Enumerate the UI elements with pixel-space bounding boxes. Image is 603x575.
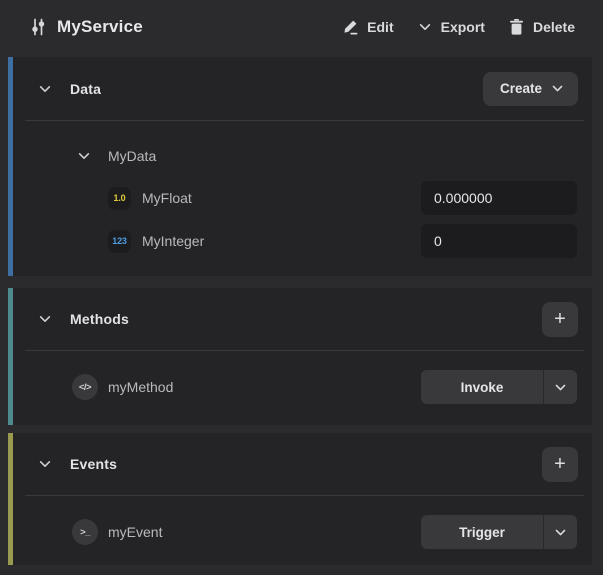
data-collapse-chevron-icon[interactable] xyxy=(38,82,52,96)
invoke-options-chevron-icon[interactable] xyxy=(543,370,577,404)
myfloat-value-input[interactable] xyxy=(421,181,577,215)
header-actions: Edit Export Delete xyxy=(342,18,575,35)
events-collapse-chevron-icon[interactable] xyxy=(38,457,52,471)
mydata-group-row[interactable]: MyData xyxy=(77,139,577,173)
trigger-button[interactable]: Trigger xyxy=(421,515,543,549)
field-row-myfloat: 1.0 MyFloat xyxy=(108,181,577,215)
field-label-myinteger: MyInteger xyxy=(142,233,205,249)
data-section-title: Data xyxy=(70,80,102,97)
mydata-collapse-chevron-icon[interactable] xyxy=(77,149,91,163)
float-type-icon: 1.0 xyxy=(108,186,131,210)
event-row-myevent: >_ myEvent Trigger xyxy=(72,515,577,549)
trigger-split-button: Trigger xyxy=(421,515,577,549)
invoke-split-button: Invoke xyxy=(421,370,577,404)
data-section-body: MyData 1.0 MyFloat 123 MyInteger xyxy=(13,121,592,258)
events-section-body: >_ myEvent Trigger xyxy=(13,496,592,549)
event-label: myEvent xyxy=(108,524,163,540)
methods-section-title: Methods xyxy=(70,311,129,327)
sliders-icon xyxy=(28,17,48,37)
edit-button[interactable]: Edit xyxy=(342,18,394,35)
export-button[interactable]: Export xyxy=(418,19,485,35)
myinteger-value-input[interactable] xyxy=(421,224,577,258)
integer-type-icon: 123 xyxy=(108,229,131,253)
data-section: Data Create MyData 1.0 MyFloat 123 MyInt… xyxy=(8,57,592,276)
export-label: Export xyxy=(440,18,485,35)
events-section: Events + >_ myEvent Trigger xyxy=(8,433,592,565)
code-icon: </> xyxy=(72,374,98,400)
trash-icon xyxy=(509,18,524,35)
methods-section: Methods + </> myMethod Invoke xyxy=(8,288,592,425)
methods-section-body: </> myMethod Invoke xyxy=(13,351,592,404)
methods-collapse-chevron-icon[interactable] xyxy=(38,312,52,326)
method-label: myMethod xyxy=(108,379,174,395)
methods-section-header: Methods + xyxy=(13,288,592,350)
field-label-myfloat: MyFloat xyxy=(142,190,192,206)
chevron-down-icon xyxy=(551,82,564,95)
field-row-myinteger: 123 MyInteger xyxy=(108,224,577,258)
service-title-group: MyService xyxy=(28,17,143,37)
chevron-down-icon xyxy=(418,20,432,34)
events-section-title: Events xyxy=(70,456,118,472)
terminal-icon: >_ xyxy=(72,519,98,545)
pencil-icon xyxy=(342,19,358,35)
delete-button[interactable]: Delete xyxy=(509,18,575,35)
add-event-button[interactable]: + xyxy=(542,446,578,482)
page-title: MyService xyxy=(57,16,143,36)
create-label: Create xyxy=(499,81,542,96)
add-method-button[interactable]: + xyxy=(542,301,578,337)
data-section-header: Data Create xyxy=(13,57,592,120)
mydata-group-label: MyData xyxy=(108,148,157,164)
create-button[interactable]: Create xyxy=(482,71,578,106)
edit-label: Edit xyxy=(367,18,394,35)
trigger-options-chevron-icon[interactable] xyxy=(543,515,577,549)
invoke-button[interactable]: Invoke xyxy=(421,370,543,404)
method-row-mymethod: </> myMethod Invoke xyxy=(72,370,577,404)
events-section-header: Events + xyxy=(13,433,592,495)
delete-label: Delete xyxy=(532,18,575,35)
header: MyService Edit Export Delete xyxy=(0,0,603,53)
